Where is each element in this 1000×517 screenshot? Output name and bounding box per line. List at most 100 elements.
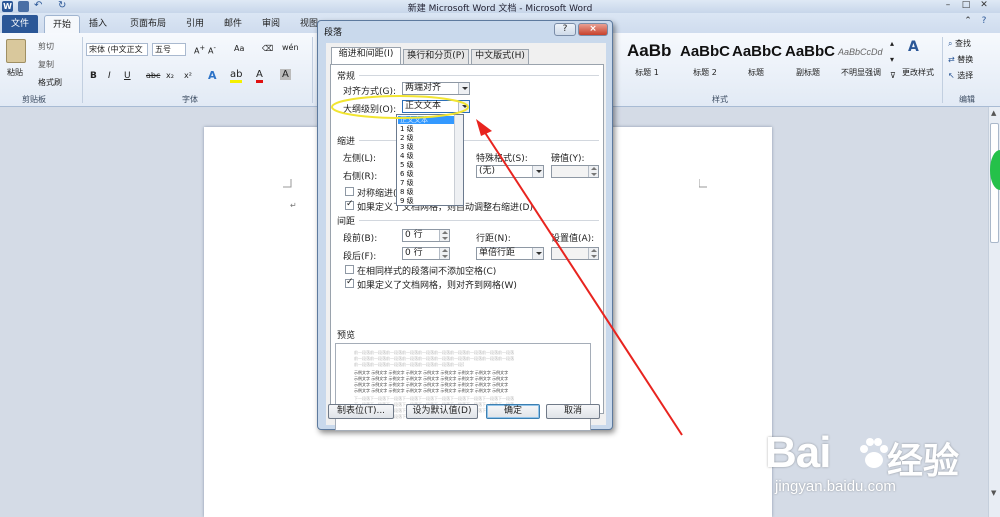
dropdown-scrollbar[interactable] [454,115,463,205]
ok-button[interactable]: 确定 [486,404,540,419]
spinner-icon[interactable] [439,230,449,241]
dropdown-option[interactable]: 1 级 [398,125,454,133]
outline-level-select[interactable]: 正文文本 [402,100,470,113]
help-icon[interactable]: ? [976,16,992,27]
spinner-icon[interactable] [588,166,598,177]
section-general: 常规 [337,72,356,82]
copy-button[interactable]: 复制 [38,59,54,70]
group-divider [312,37,313,103]
change-styles-icon[interactable]: A [908,39,924,59]
no-space-same-style-checkbox[interactable] [345,265,354,274]
special-indent-select[interactable]: (无) [476,165,544,178]
superscript-button[interactable]: x² [184,71,192,80]
tab-insert[interactable]: 插入 [82,15,114,33]
style-sample-heading2[interactable]: AaBbC [680,43,730,60]
italic-button[interactable]: I [108,71,111,81]
strikethrough-button[interactable]: abc [146,71,160,80]
styles-more-icon[interactable]: ⊽ [890,71,896,80]
section-preview: 预览 [337,331,356,341]
shrink-font-icon[interactable]: A- [208,44,216,56]
line-spacing-select[interactable]: 单倍行距 [476,247,544,260]
underline-button[interactable]: U [124,71,131,81]
tab-indents-spacing[interactable]: 缩进和间距(I) [331,47,401,64]
dropdown-option[interactable]: 9 级 [398,197,454,205]
tab-file[interactable]: 文件 [2,15,38,33]
text-effects-icon[interactable]: A [208,69,217,82]
select-button[interactable]: ↖ 选择 [948,70,973,81]
scroll-up-icon[interactable]: ▲ [991,109,996,117]
find-button[interactable]: ⌕ 查找 [948,38,971,49]
tab-mailings[interactable]: 邮件 [216,15,250,33]
tabs-button[interactable]: 制表位(T)... [328,404,394,419]
font-color-icon[interactable]: A [256,69,263,83]
clipboard-group-label: 剪贴板 [22,95,46,104]
paste-icon[interactable] [6,39,26,63]
cancel-button[interactable]: 取消 [546,404,600,419]
style-heading2[interactable]: 标题 2 [680,67,730,78]
dropdown-option[interactable]: 4 级 [398,152,454,160]
chevron-down-icon[interactable] [458,101,469,112]
highlight-icon[interactable]: ab [230,69,243,83]
bold-button[interactable]: B [90,71,97,81]
tab-panel: 常规 对齐方式(G): 两端对齐 大纲级别(O): 正文文本 缩进 左侧(L):… [330,64,604,431]
format-painter-button[interactable]: 格式刷 [38,77,62,88]
style-subtle-emphasis[interactable]: 不明显强调 [836,67,886,78]
auto-adjust-indent-checkbox[interactable] [345,199,354,210]
style-heading1[interactable]: 标题 1 [628,67,666,78]
phonetic-icon[interactable]: wén [282,43,299,52]
chevron-down-icon[interactable] [458,83,469,94]
style-sample-subtitle[interactable]: AaBbC [785,43,835,60]
spacing-before-input[interactable]: 0 行 [402,229,450,242]
paste-button[interactable]: 粘贴 [7,67,23,78]
styles-scroll-up-icon[interactable]: ▴ [890,39,894,48]
paw-logo-icon [860,438,888,468]
tab-page-layout[interactable]: 页面布局 [120,15,176,33]
style-sample-title[interactable]: AaBbC [732,43,782,60]
dialog-help-button[interactable]: ? [554,23,576,36]
dialog-close-button[interactable]: × [578,23,608,36]
maximize-icon[interactable]: □ [958,0,974,11]
dropdown-option[interactable]: 7 级 [398,179,454,187]
spacing-after-input[interactable]: 0 行 [402,247,450,260]
font-name-box[interactable]: 宋体 (中文正文 [86,43,148,56]
style-title[interactable]: 标题 [732,67,780,78]
spinner-icon[interactable] [588,248,598,259]
minimize-icon[interactable]: – [940,0,956,11]
chevron-down-icon[interactable] [532,248,543,259]
spacing-at-input[interactable] [551,247,599,260]
alignment-select[interactable]: 两端对齐 [402,82,470,95]
mirror-indent-checkbox[interactable] [345,187,354,196]
tab-line-page-breaks[interactable]: 换行和分页(P) [403,49,469,64]
change-case-icon[interactable]: Aa [234,44,244,53]
snap-to-grid-checkbox[interactable] [345,277,354,288]
subscript-button[interactable]: x₂ [166,71,174,80]
grow-font-icon[interactable]: A+ [194,44,205,56]
styles-scroll-down-icon[interactable]: ▾ [890,55,894,64]
style-sample-heading1[interactable]: AaBb [627,41,671,61]
dropdown-option[interactable]: 8 级 [398,188,454,196]
tab-references[interactable]: 引用 [178,15,212,33]
chevron-down-icon[interactable] [532,166,543,177]
spinner-icon[interactable] [439,248,449,259]
style-sample-subtle-emphasis[interactable]: AaBbCcDd [838,47,883,57]
clear-format-icon[interactable]: ⌫ [262,44,273,53]
preview-sample-line: 示例文字 示例文字 示例文字 示例文字 示例文字 示例文字 示例文字 示例文字 … [354,382,509,387]
ribbon-minimize-icon[interactable]: ⌃ [960,16,976,27]
dropdown-option[interactable]: 3 级 [398,143,454,151]
tab-asian-typography[interactable]: 中文版式(H) [471,49,529,64]
replace-button[interactable]: ⇄ 替换 [948,54,973,65]
close-window-icon[interactable]: ✕ [976,0,992,11]
tab-review[interactable]: 审阅 [254,15,288,33]
cut-button[interactable]: 剪切 [38,41,54,52]
dropdown-option[interactable]: 5 级 [398,161,454,169]
change-styles-button[interactable]: 更改样式 [902,67,934,78]
dropdown-option[interactable]: 2 级 [398,134,454,142]
tab-home[interactable]: 开始 [44,15,80,33]
dropdown-option[interactable]: 正文文本 [398,116,454,124]
char-shading-icon[interactable]: A [280,69,291,80]
dropdown-option[interactable]: 6 级 [398,170,454,178]
indent-by-input[interactable] [551,165,599,178]
font-size-box[interactable]: 五号 [152,43,186,56]
set-default-button[interactable]: 设为默认值(D) [406,404,478,419]
style-subtitle[interactable]: 副标题 [784,67,832,78]
